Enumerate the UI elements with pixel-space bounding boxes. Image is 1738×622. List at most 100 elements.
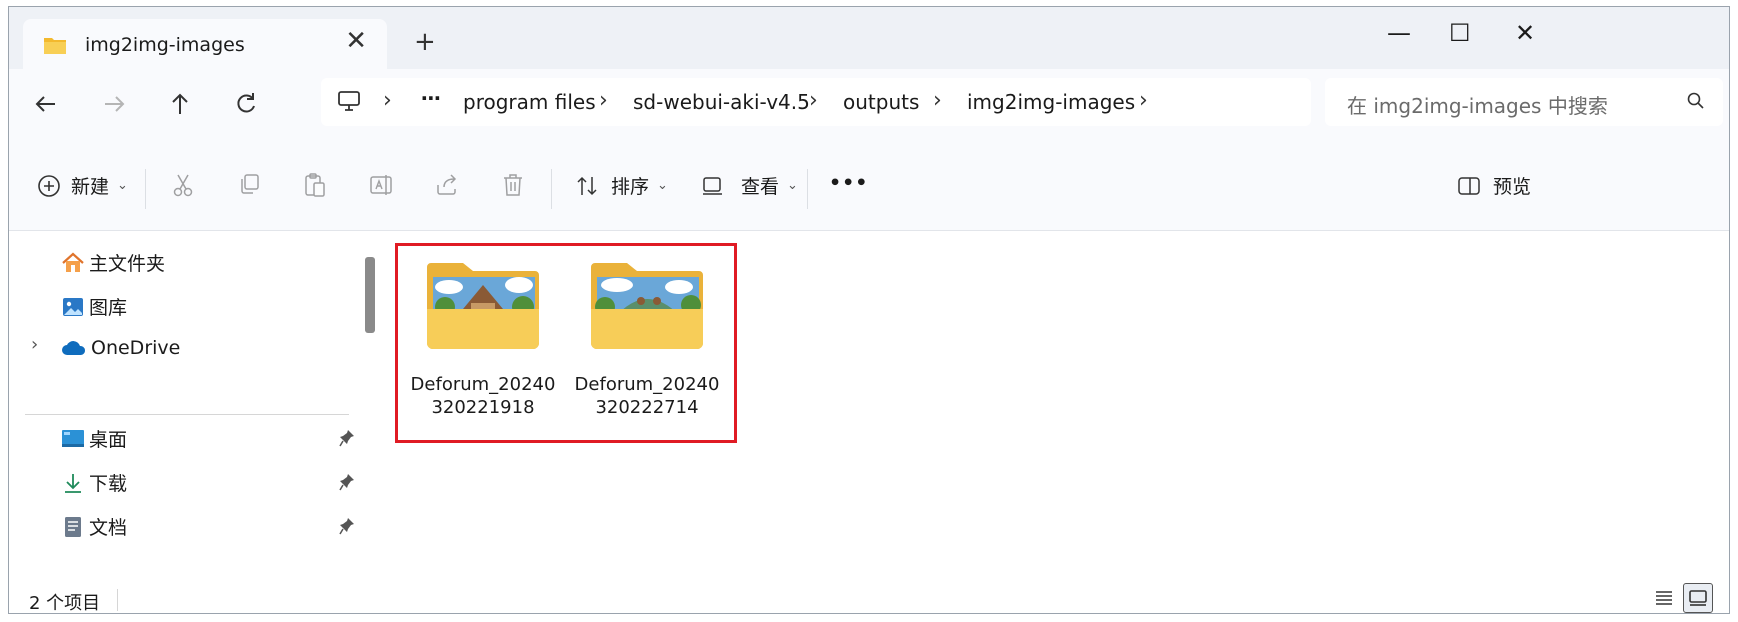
- expand-chevron-icon[interactable]: ›: [31, 334, 38, 355]
- forward-arrow-icon: [105, 96, 125, 112]
- up-button[interactable]: [165, 89, 199, 123]
- breadcrumb-sd-webui-aki[interactable]: sd-webui-aki-v4.5: [633, 90, 810, 114]
- sidebar-divider: [25, 414, 349, 415]
- details-view-button[interactable]: [1649, 583, 1679, 613]
- folder-name: Deforum_20240 320222714: [574, 374, 720, 418]
- title-bar: img2img-images ✕ + — ☐ ✕: [9, 7, 1729, 69]
- sidebar-item-downloads[interactable]: 下载: [61, 469, 127, 496]
- desktop-icon: [62, 429, 84, 447]
- back-button[interactable]: [31, 89, 65, 123]
- delete-icon: [504, 174, 522, 196]
- folder-thumbnail-icon: [427, 263, 539, 349]
- preview-pane-button[interactable]: 预览: [1457, 172, 1531, 199]
- search-icon: [1687, 92, 1705, 114]
- sidebar-item-label: 文档: [89, 517, 128, 539]
- breadcrumb-separator: ›: [809, 88, 818, 113]
- tiles-view-icon: [1689, 590, 1707, 606]
- search-box[interactable]: 在 img2img-images 中搜索: [1325, 78, 1723, 126]
- rename-button[interactable]: [369, 172, 395, 198]
- address-row: › ⋯ program files › sd-webui-aki-v4.5 › …: [9, 69, 1729, 139]
- breadcrumb-separator: ›: [383, 88, 392, 113]
- sidebar-scrollbar-thumb[interactable]: [365, 257, 375, 333]
- chevron-down-icon: ⌄: [787, 178, 798, 193]
- refresh-button[interactable]: [231, 89, 265, 123]
- toolbar-divider: [145, 169, 146, 209]
- navigation-pane: 主文件夹 图库 › OneDrive 桌面 下载 文档: [9, 231, 381, 583]
- breadcrumb-outputs[interactable]: outputs: [843, 90, 919, 114]
- breadcrumb-separator: ›: [599, 88, 608, 113]
- share-button[interactable]: [435, 172, 461, 196]
- minimize-button[interactable]: —: [1387, 21, 1411, 45]
- tab-title: img2img-images: [85, 34, 245, 56]
- sort-button[interactable]: 排序 ⌄: [575, 172, 668, 199]
- paste-icon: [305, 173, 325, 197]
- close-window-button[interactable]: ✕: [1515, 21, 1535, 45]
- delete-button[interactable]: [501, 172, 525, 198]
- toolbar-divider: [551, 169, 552, 209]
- toolbar-divider: [807, 169, 808, 209]
- view-icon: [703, 176, 722, 195]
- paste-button[interactable]: [303, 172, 327, 198]
- item-count: 2 个项目: [29, 593, 101, 614]
- sidebar-item-label: 下载: [89, 473, 128, 495]
- pin-icon[interactable]: [339, 517, 355, 539]
- cut-icon: [173, 174, 193, 197]
- address-bar[interactable]: › ⋯ program files › sd-webui-aki-v4.5 › …: [321, 78, 1311, 126]
- tab-img2img-images[interactable]: img2img-images ✕: [23, 19, 387, 69]
- sidebar-item-onedrive[interactable]: OneDrive: [61, 337, 180, 359]
- pin-icon[interactable]: [339, 473, 355, 495]
- new-label: 新建: [71, 176, 110, 198]
- breadcrumb-separator: ›: [933, 88, 942, 113]
- sort-label: 排序: [611, 176, 650, 198]
- refresh-icon: [237, 93, 255, 113]
- tiles-view-button[interactable]: [1683, 583, 1713, 613]
- preview-label: 预览: [1493, 176, 1532, 198]
- chevron-down-icon: ⌄: [657, 178, 668, 193]
- breadcrumb-program-files[interactable]: program files: [463, 90, 596, 114]
- sort-icon: [577, 176, 597, 195]
- breadcrumb-separator: ›: [1139, 88, 1148, 113]
- computer-icon: [337, 90, 361, 116]
- cut-button[interactable]: [171, 172, 195, 198]
- back-arrow-icon: [35, 96, 55, 112]
- cloud-icon: [62, 341, 86, 355]
- search-placeholder: 在 img2img-images 中搜索: [1347, 94, 1608, 118]
- folder-item[interactable]: Deforum_20240 320222714: [573, 257, 721, 419]
- sidebar-item-home[interactable]: 主文件夹: [61, 249, 165, 276]
- rename-icon: [370, 175, 392, 195]
- tab-close-button[interactable]: ✕: [345, 28, 367, 54]
- document-icon: [65, 516, 81, 537]
- sidebar-item-documents[interactable]: 文档: [61, 513, 127, 540]
- breadcrumb-img2img-images[interactable]: img2img-images: [967, 90, 1135, 114]
- status-bar: 2 个项目: [9, 583, 1729, 614]
- breadcrumb-overflow-button[interactable]: ⋯: [421, 86, 441, 110]
- new-tab-button[interactable]: +: [414, 29, 436, 55]
- sidebar-item-desktop[interactable]: 桌面: [61, 425, 127, 452]
- sidebar-item-label: 桌面: [89, 429, 128, 451]
- copy-button[interactable]: [237, 172, 261, 196]
- folder-name: Deforum_20240 320221918: [410, 374, 556, 418]
- new-button[interactable]: 新建 ⌄: [37, 172, 128, 199]
- download-icon: [65, 473, 81, 493]
- pin-icon[interactable]: [339, 429, 355, 451]
- maximize-button[interactable]: ☐: [1449, 21, 1471, 45]
- folder-item[interactable]: Deforum_20240 320221918: [409, 257, 557, 419]
- view-button[interactable]: 查看 ⌄: [701, 172, 798, 199]
- details-view-icon: [1656, 591, 1672, 605]
- preview-pane-icon: [1458, 176, 1480, 195]
- folder-icon: [43, 35, 67, 59]
- sidebar-item-label: 图库: [89, 297, 128, 319]
- view-label: 查看: [741, 176, 780, 198]
- file-list-area: Deforum_20240 320221918 Deforum_20240 32…: [381, 231, 1729, 583]
- sidebar-item-gallery[interactable]: 图库: [61, 293, 127, 320]
- new-plus-icon: [38, 174, 60, 197]
- gallery-icon: [63, 297, 83, 316]
- folder-thumbnail-icon: [591, 263, 703, 349]
- up-arrow-icon: [172, 93, 188, 114]
- forward-button[interactable]: [99, 89, 133, 123]
- more-options-button[interactable]: •••: [829, 172, 868, 194]
- copy-icon: [241, 174, 259, 194]
- file-explorer-window: img2img-images ✕ + — ☐ ✕ › ⋯ program fil…: [8, 6, 1730, 614]
- command-bar: 新建 ⌄ 排序 ⌄ 查看 ⌄ ••• 预览: [9, 139, 1729, 231]
- chevron-down-icon: ⌄: [117, 178, 128, 193]
